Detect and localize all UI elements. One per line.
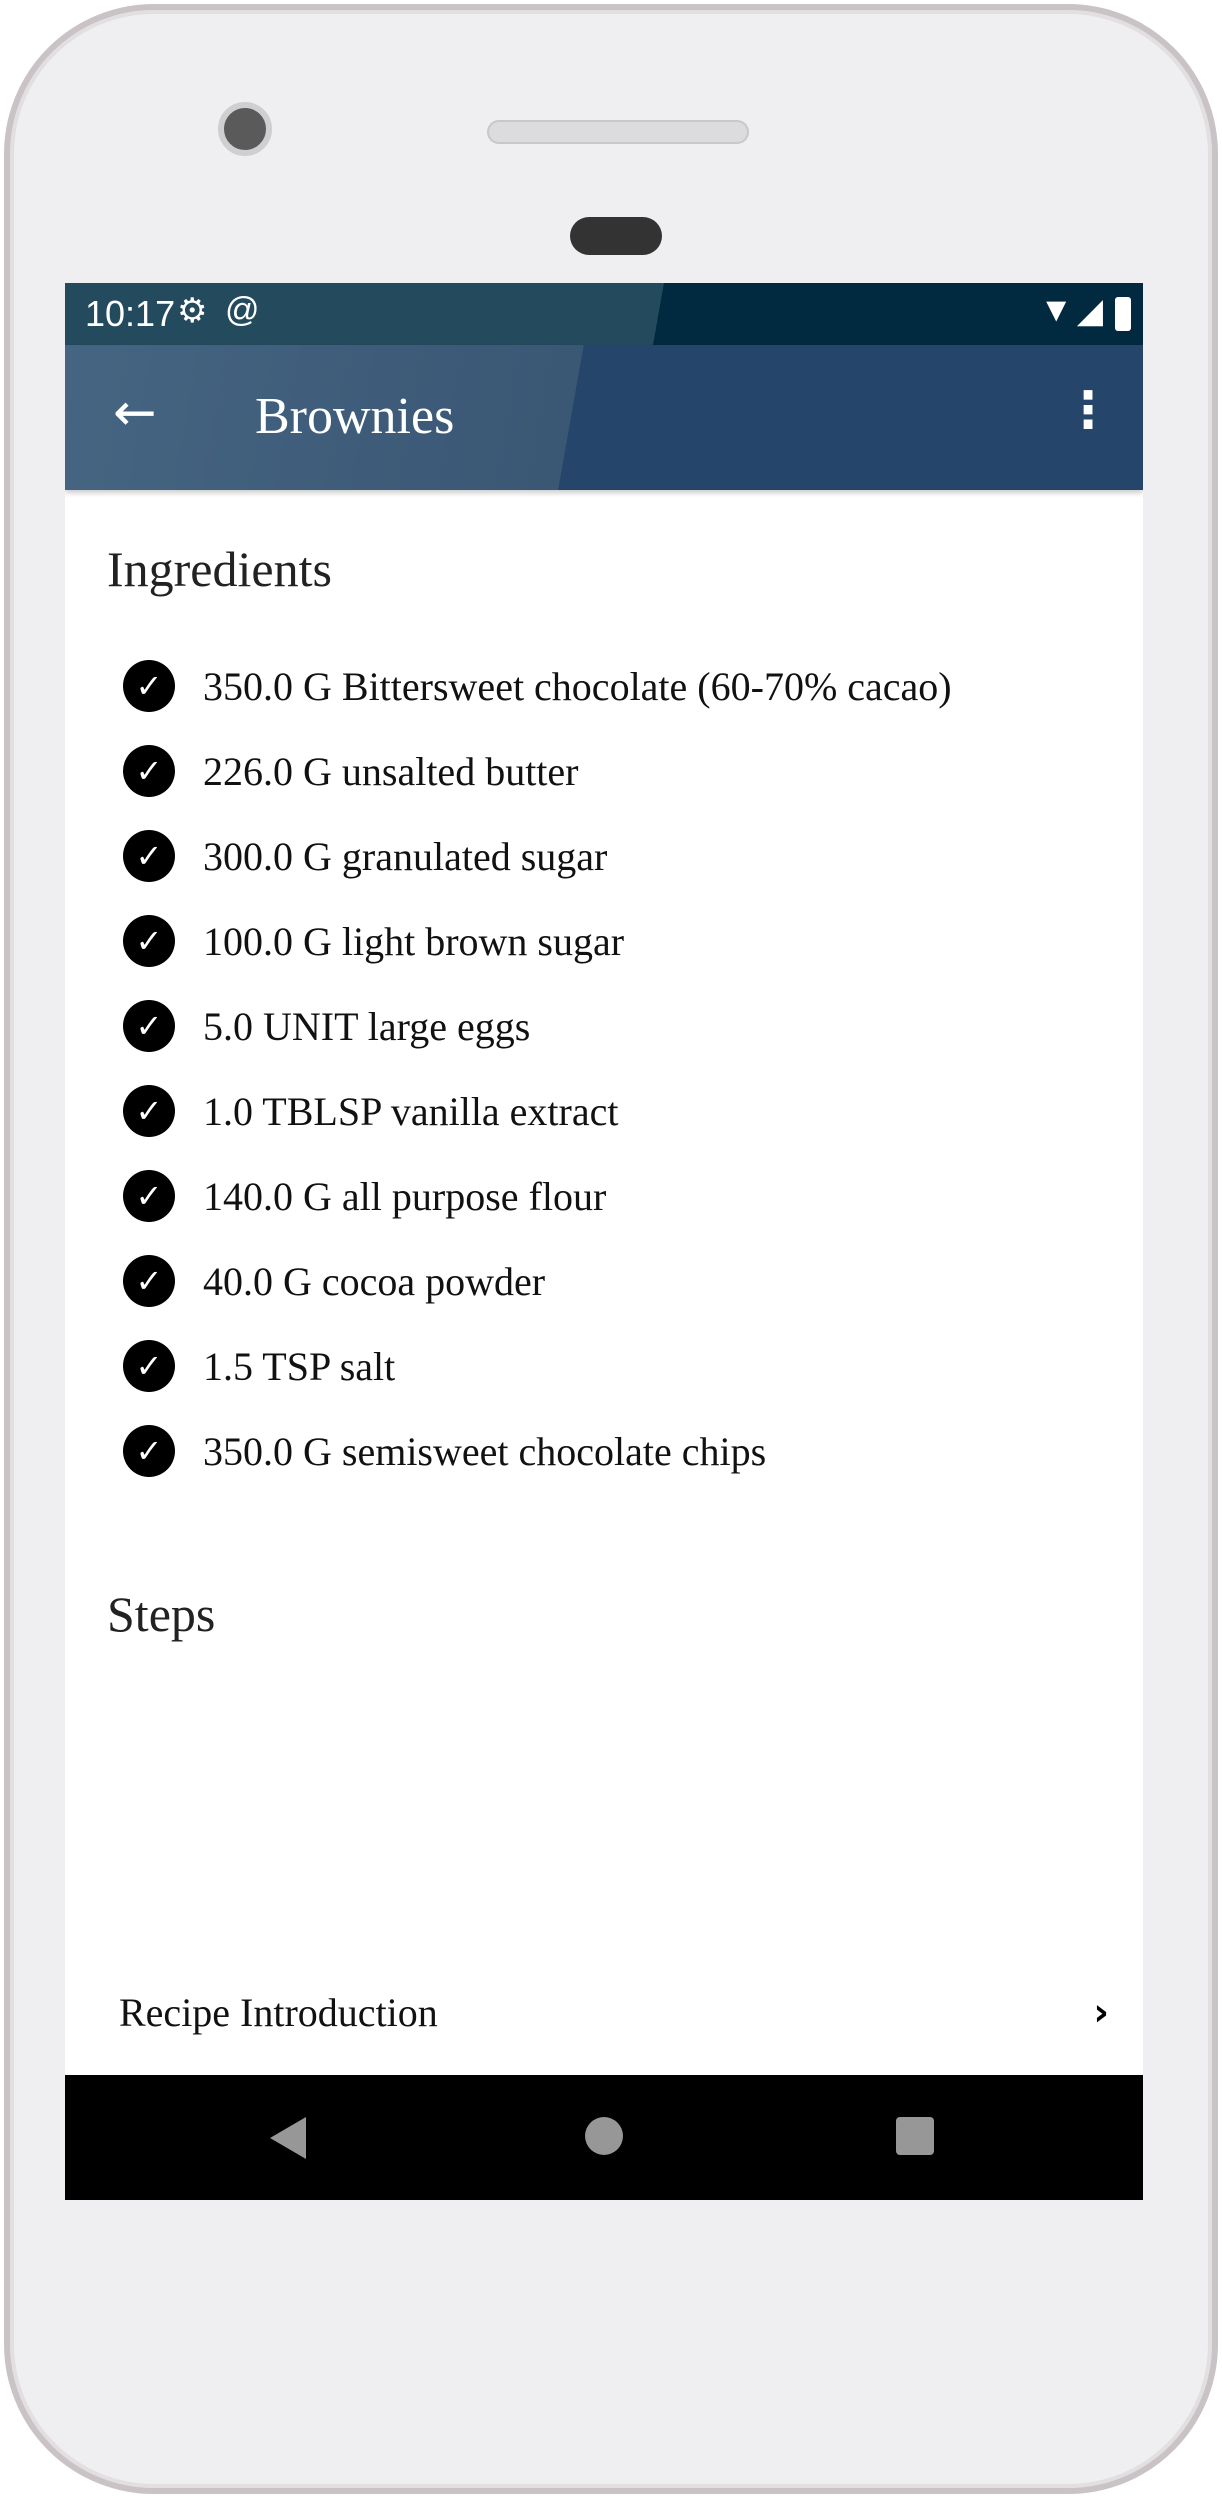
chevron-right-icon: › (1093, 1990, 1109, 2034)
ingredient-item[interactable]: ✓ 40.0 G cocoa powder (123, 1246, 545, 1316)
ingredient-item[interactable]: ✓ 350.0 G semisweet chocolate chips (123, 1416, 766, 1486)
app-bar: ← Brownies ⋮ (65, 345, 1143, 490)
ingredient-item[interactable]: ✓ 5.0 UNIT large eggs (123, 991, 530, 1061)
check-circle-icon[interactable]: ✓ (123, 660, 175, 712)
check-circle-icon[interactable]: ✓ (123, 1000, 175, 1052)
navigation-bar (65, 2075, 1143, 2200)
ingredient-label: 226.0 G unsalted butter (203, 748, 579, 794)
ingredient-label: 100.0 G light brown sugar (203, 918, 625, 964)
ingredient-item[interactable]: ✓ 1.0 TBLSP vanilla extract (123, 1076, 619, 1146)
sync-icon: @ (225, 291, 260, 329)
check-circle-icon[interactable]: ✓ (123, 915, 175, 967)
check-circle-icon[interactable]: ✓ (123, 1085, 175, 1137)
check-circle-icon[interactable]: ✓ (123, 1255, 175, 1307)
ingredient-item[interactable]: ✓ 226.0 G unsalted butter (123, 736, 579, 806)
ingredient-label: 350.0 G Bittersweet chocolate (60-70% ca… (203, 663, 952, 709)
status-time: 10:17 (85, 293, 176, 334)
check-circle-icon[interactable]: ✓ (123, 1425, 175, 1477)
ingredient-item[interactable]: ✓ 300.0 G granulated sugar (123, 821, 607, 891)
ingredient-label: 300.0 G granulated sugar (203, 833, 608, 879)
step-label: Recipe Introduction (119, 1989, 438, 2035)
check-circle-icon[interactable]: ✓ (123, 745, 175, 797)
page-title: Brownies (255, 388, 455, 445)
ingredient-label: 1.0 TBLSP vanilla extract (203, 1088, 619, 1134)
battery-icon (1115, 297, 1131, 331)
signal-icon: ◢ (1076, 292, 1103, 330)
ingredient-label: 1.5 TSP salt (203, 1343, 396, 1389)
back-triangle-icon[interactable] (270, 2117, 306, 2159)
ingredient-item[interactable]: ✓ 140.0 G all purpose flour (123, 1161, 606, 1231)
check-circle-icon[interactable]: ✓ (123, 1170, 175, 1222)
screen: 10:17 ⚙ @ ▼ ◢ ← Brownies ⋮ Ingredients ✓… (65, 283, 1143, 2200)
check-circle-icon[interactable]: ✓ (123, 830, 175, 882)
front-camera (218, 102, 272, 156)
ingredients-heading: Ingredients (107, 541, 332, 597)
arrow-left-icon[interactable]: ← (113, 383, 157, 443)
wifi-icon: ▼ (1039, 291, 1073, 329)
recents-square-icon[interactable] (896, 2117, 934, 2155)
ingredient-item[interactable]: ✓ 100.0 G light brown sugar (123, 906, 624, 976)
ingredient-label: 350.0 G semisweet chocolate chips (203, 1428, 767, 1474)
ingredient-item[interactable]: ✓ 350.0 G Bittersweet chocolate (60-70% c… (123, 651, 952, 721)
settings-icon: ⚙ (177, 292, 208, 330)
step-item[interactable]: Recipe Introduction › (119, 1977, 1109, 2047)
status-bar: 10:17 ⚙ @ ▼ ◢ (65, 283, 1143, 345)
more-vert-icon[interactable]: ⋮ (1063, 381, 1113, 439)
proximity-sensor (570, 217, 662, 255)
home-circle-icon[interactable] (585, 2117, 623, 2155)
earpiece-speaker (487, 120, 749, 144)
ingredient-label: 5.0 UNIT large eggs (203, 1003, 531, 1049)
ingredient-item[interactable]: ✓ 1.5 TSP salt (123, 1331, 395, 1401)
ingredient-label: 140.0 G all purpose flour (203, 1173, 607, 1219)
steps-heading: Steps (107, 1586, 216, 1642)
check-circle-icon[interactable]: ✓ (123, 1340, 175, 1392)
ingredient-label: 40.0 G cocoa powder (203, 1258, 546, 1304)
